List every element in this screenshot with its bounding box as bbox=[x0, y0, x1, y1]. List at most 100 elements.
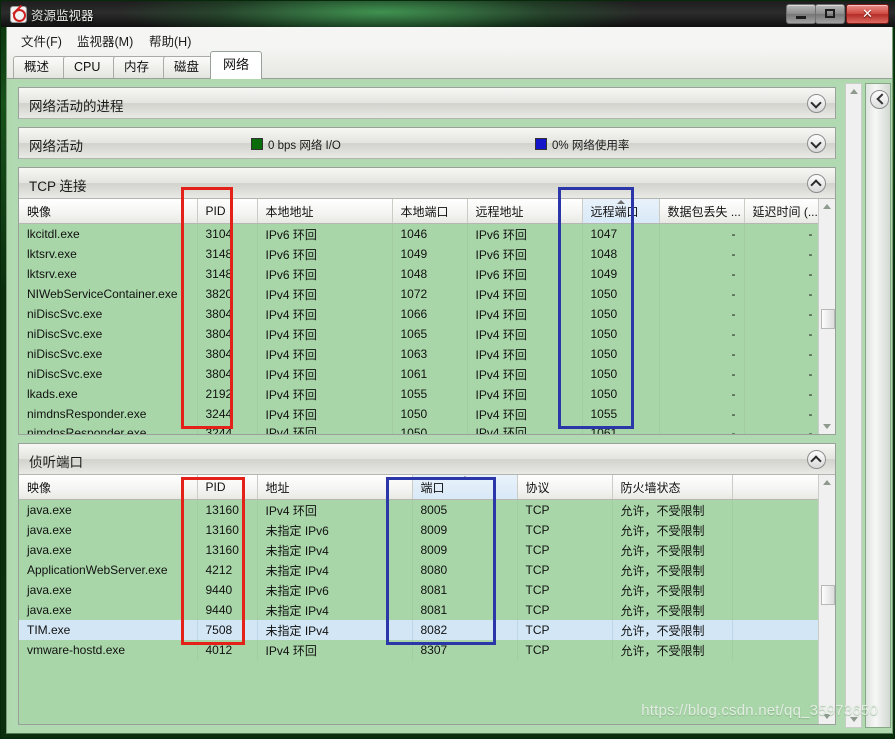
table-row[interactable]: lktsrv.exe 3148 IPv6 环回 1048 IPv6 环回 1049- - bbox=[19, 264, 822, 284]
lis-cell-port: 8009 bbox=[412, 540, 518, 560]
tab-network[interactable]: 网络 bbox=[210, 51, 262, 79]
listening-scroll-up-button[interactable] bbox=[819, 475, 835, 490]
tcp-col-remote-port[interactable]: 远程端口 bbox=[582, 199, 660, 224]
chevron-up-icon[interactable] bbox=[807, 174, 826, 193]
tcp-col-remote-addr[interactable]: 远程地址 bbox=[467, 199, 583, 224]
maximize-button[interactable] bbox=[815, 4, 845, 24]
lis-col-firewall[interactable]: 防火墙状态 bbox=[612, 475, 733, 500]
tcp-cell-local-port: 1046 bbox=[392, 223, 468, 244]
tcp-cell-latency: - bbox=[744, 324, 822, 344]
tcp-cell-remote-port: 1049 bbox=[582, 264, 660, 284]
sort-ascending-icon bbox=[460, 476, 469, 480]
table-row[interactable]: lkads.exe 2192 IPv4 环回 1055 IPv4 环回 1050- - bbox=[19, 384, 822, 404]
titlebar-glow bbox=[121, 1, 641, 27]
tcp-cell-remote-addr: IPv6 环回 bbox=[467, 244, 583, 264]
chevron-down-icon[interactable] bbox=[807, 134, 826, 153]
table-row[interactable]: niDiscSvc.exe 3804 IPv4 环回 1063 IPv4 环回 1050-… bbox=[19, 344, 822, 364]
tcp-col-latency[interactable]: 延迟时间 (... bbox=[744, 199, 822, 224]
panel-listening-ports: 侦听端口 映像 PID 地址 端口 协议 防火墙状态 java.exe 1316… bbox=[18, 443, 836, 725]
window-title: 资源监视器 bbox=[31, 9, 94, 23]
minimize-button[interactable] bbox=[786, 4, 816, 24]
table-row[interactable]: niDiscSvc.exe 3804 IPv4 环回 1065 IPv4 环回 1050-… bbox=[19, 324, 822, 344]
panel-network-processes: 网络活动的进程 bbox=[18, 87, 836, 119]
table-row[interactable]: java.exe 9440 未指定 IPv4 8081 TCP 允许，不受限制 bbox=[19, 600, 822, 620]
tcp-col-local-addr[interactable]: 本地地址 bbox=[257, 199, 393, 224]
table-row[interactable]: ApplicationWebServer.exe 4212 未指定 IPv4 8080… bbox=[19, 560, 822, 580]
tcp-cell-local-addr: IPv4 环回 bbox=[257, 324, 393, 344]
table-row[interactable]: niDiscSvc.exe 3804 IPv4 环回 1061 IPv4 环回 1050-… bbox=[19, 364, 822, 384]
tcp-scroll-thumb[interactable] bbox=[821, 309, 835, 329]
tcp-cell-remote-port: 1048 bbox=[582, 244, 660, 264]
table-row[interactable]: nimdnsResponder.exe 3244 IPv4 环回 1050 IPv4 环… bbox=[19, 424, 822, 434]
lis-cell-protocol: TCP bbox=[517, 540, 613, 560]
panel-listening-header[interactable]: 侦听端口 bbox=[19, 444, 835, 475]
tcp-table-scrollbar[interactable] bbox=[818, 199, 835, 434]
lis-cell-pid: 13160 bbox=[197, 540, 258, 560]
table-row[interactable]: java.exe 9440 未指定 IPv6 8081 TCP 允许，不受限制 bbox=[19, 580, 822, 600]
lis-cell-address: 未指定 IPv4 bbox=[257, 540, 413, 560]
lis-cell-blank bbox=[732, 600, 822, 620]
panel-tcp-title: TCP 连接 bbox=[29, 179, 87, 194]
side-panel[interactable] bbox=[865, 83, 891, 728]
lis-cell-firewall: 允许，不受限制 bbox=[612, 560, 733, 580]
chevron-up-icon[interactable] bbox=[807, 450, 826, 469]
table-row[interactable]: lkcitdl.exe 3104 IPv6 环回 1046 IPv6 环回 1047- - bbox=[19, 223, 822, 244]
chevron-down-icon[interactable] bbox=[807, 94, 826, 113]
menu-file[interactable]: 文件(F) bbox=[17, 30, 66, 51]
table-row[interactable]: java.exe 13160 未指定 IPv4 8009 TCP 允许，不受限制 bbox=[19, 540, 822, 560]
tcp-col-packet-loss[interactable]: 数据包丢失 ... bbox=[659, 199, 745, 224]
lis-col-port[interactable]: 端口 bbox=[412, 475, 518, 500]
tcp-cell-local-addr: IPv4 环回 bbox=[257, 304, 393, 324]
tcp-cell-packet-loss: - bbox=[659, 304, 745, 324]
listening-scroll-thumb[interactable] bbox=[821, 585, 835, 605]
tcp-cell-latency: - bbox=[744, 284, 822, 304]
tcp-col-local-port[interactable]: 本地端口 bbox=[392, 199, 468, 224]
panel-network-activity-header[interactable]: 网络活动 0 bps 网络 I/O 0% 网络使用率 bbox=[19, 128, 835, 159]
lis-cell-image: java.exe bbox=[19, 520, 198, 540]
lis-cell-protocol: TCP bbox=[517, 560, 613, 580]
panel-tcp-header[interactable]: TCP 连接 bbox=[19, 168, 835, 199]
listening-table-scrollbar[interactable] bbox=[818, 475, 835, 724]
tcp-cell-pid: 3804 bbox=[197, 344, 258, 364]
tcp-cell-local-addr: IPv6 环回 bbox=[257, 264, 393, 284]
content-scrollbar[interactable] bbox=[845, 83, 862, 728]
tcp-scroll-down-button[interactable] bbox=[819, 419, 835, 434]
menu-help[interactable]: 帮助(H) bbox=[145, 30, 195, 51]
lis-cell-pid: 9440 bbox=[197, 580, 258, 600]
tcp-col-pid[interactable]: PID bbox=[197, 199, 258, 224]
tcp-cell-packet-loss: - bbox=[659, 384, 745, 404]
minimize-icon bbox=[787, 5, 815, 23]
content-scroll-up-button[interactable] bbox=[846, 84, 861, 99]
tcp-scroll-up-button[interactable] bbox=[819, 199, 835, 214]
tcp-cell-remote-port: 1061 bbox=[582, 424, 660, 434]
table-row[interactable]: vmware-hostd.exe 4012 IPv4 环回 8307 TCP 允许，不受限… bbox=[19, 640, 822, 660]
table-row[interactable]: java.exe 13160 IPv4 环回 8005 TCP 允许，不受限制 bbox=[19, 499, 822, 520]
lis-cell-port: 8307 bbox=[412, 640, 518, 660]
lis-col-image[interactable]: 映像 bbox=[19, 475, 198, 500]
lis-cell-image: java.exe bbox=[19, 540, 198, 560]
panel-network-processes-header[interactable]: 网络活动的进程 bbox=[19, 88, 835, 119]
table-row[interactable]: TIM.exe 7508 未指定 IPv4 8082 TCP 允许，不受限制 bbox=[19, 620, 822, 640]
chevron-left-icon[interactable] bbox=[870, 90, 889, 109]
table-row[interactable]: nimdnsResponder.exe 3244 IPv4 环回 1050 IPv4 环… bbox=[19, 404, 822, 424]
close-icon: ✕ bbox=[862, 6, 873, 21]
close-button[interactable]: ✕ bbox=[846, 4, 889, 24]
lis-col-pid[interactable]: PID bbox=[197, 475, 258, 500]
lis-cell-blank bbox=[732, 580, 822, 600]
tcp-cell-local-port: 1048 bbox=[392, 264, 468, 284]
lis-cell-port: 8081 bbox=[412, 600, 518, 620]
table-row[interactable]: niDiscSvc.exe 3804 IPv4 环回 1066 IPv4 环回 1050-… bbox=[19, 304, 822, 324]
table-row[interactable]: lktsrv.exe 3148 IPv6 环回 1049 IPv6 环回 1048- - bbox=[19, 244, 822, 264]
tcp-header-row: 映像 PID 本地地址 本地端口 远程地址 远程端口 数据包丢失 ... 延迟时… bbox=[19, 199, 822, 224]
tcp-col-image[interactable]: 映像 bbox=[19, 199, 198, 224]
lis-cell-firewall: 允许，不受限制 bbox=[612, 499, 733, 520]
tcp-cell-local-addr: IPv4 环回 bbox=[257, 404, 393, 424]
lis-col-blank[interactable] bbox=[732, 475, 822, 500]
lis-cell-port: 8080 bbox=[412, 560, 518, 580]
table-row[interactable]: java.exe 13160 未指定 IPv6 8009 TCP 允许，不受限制 bbox=[19, 520, 822, 540]
listening-table-body: java.exe 13160 IPv4 环回 8005 TCP 允许，不受限制 java.e… bbox=[19, 499, 822, 724]
menu-monitor[interactable]: 监视器(M) bbox=[73, 30, 137, 51]
lis-col-protocol[interactable]: 协议 bbox=[517, 475, 613, 500]
lis-col-address[interactable]: 地址 bbox=[257, 475, 413, 500]
table-row[interactable]: NIWebServiceContainer.exe 3820 IPv4 环回 1072… bbox=[19, 284, 822, 304]
